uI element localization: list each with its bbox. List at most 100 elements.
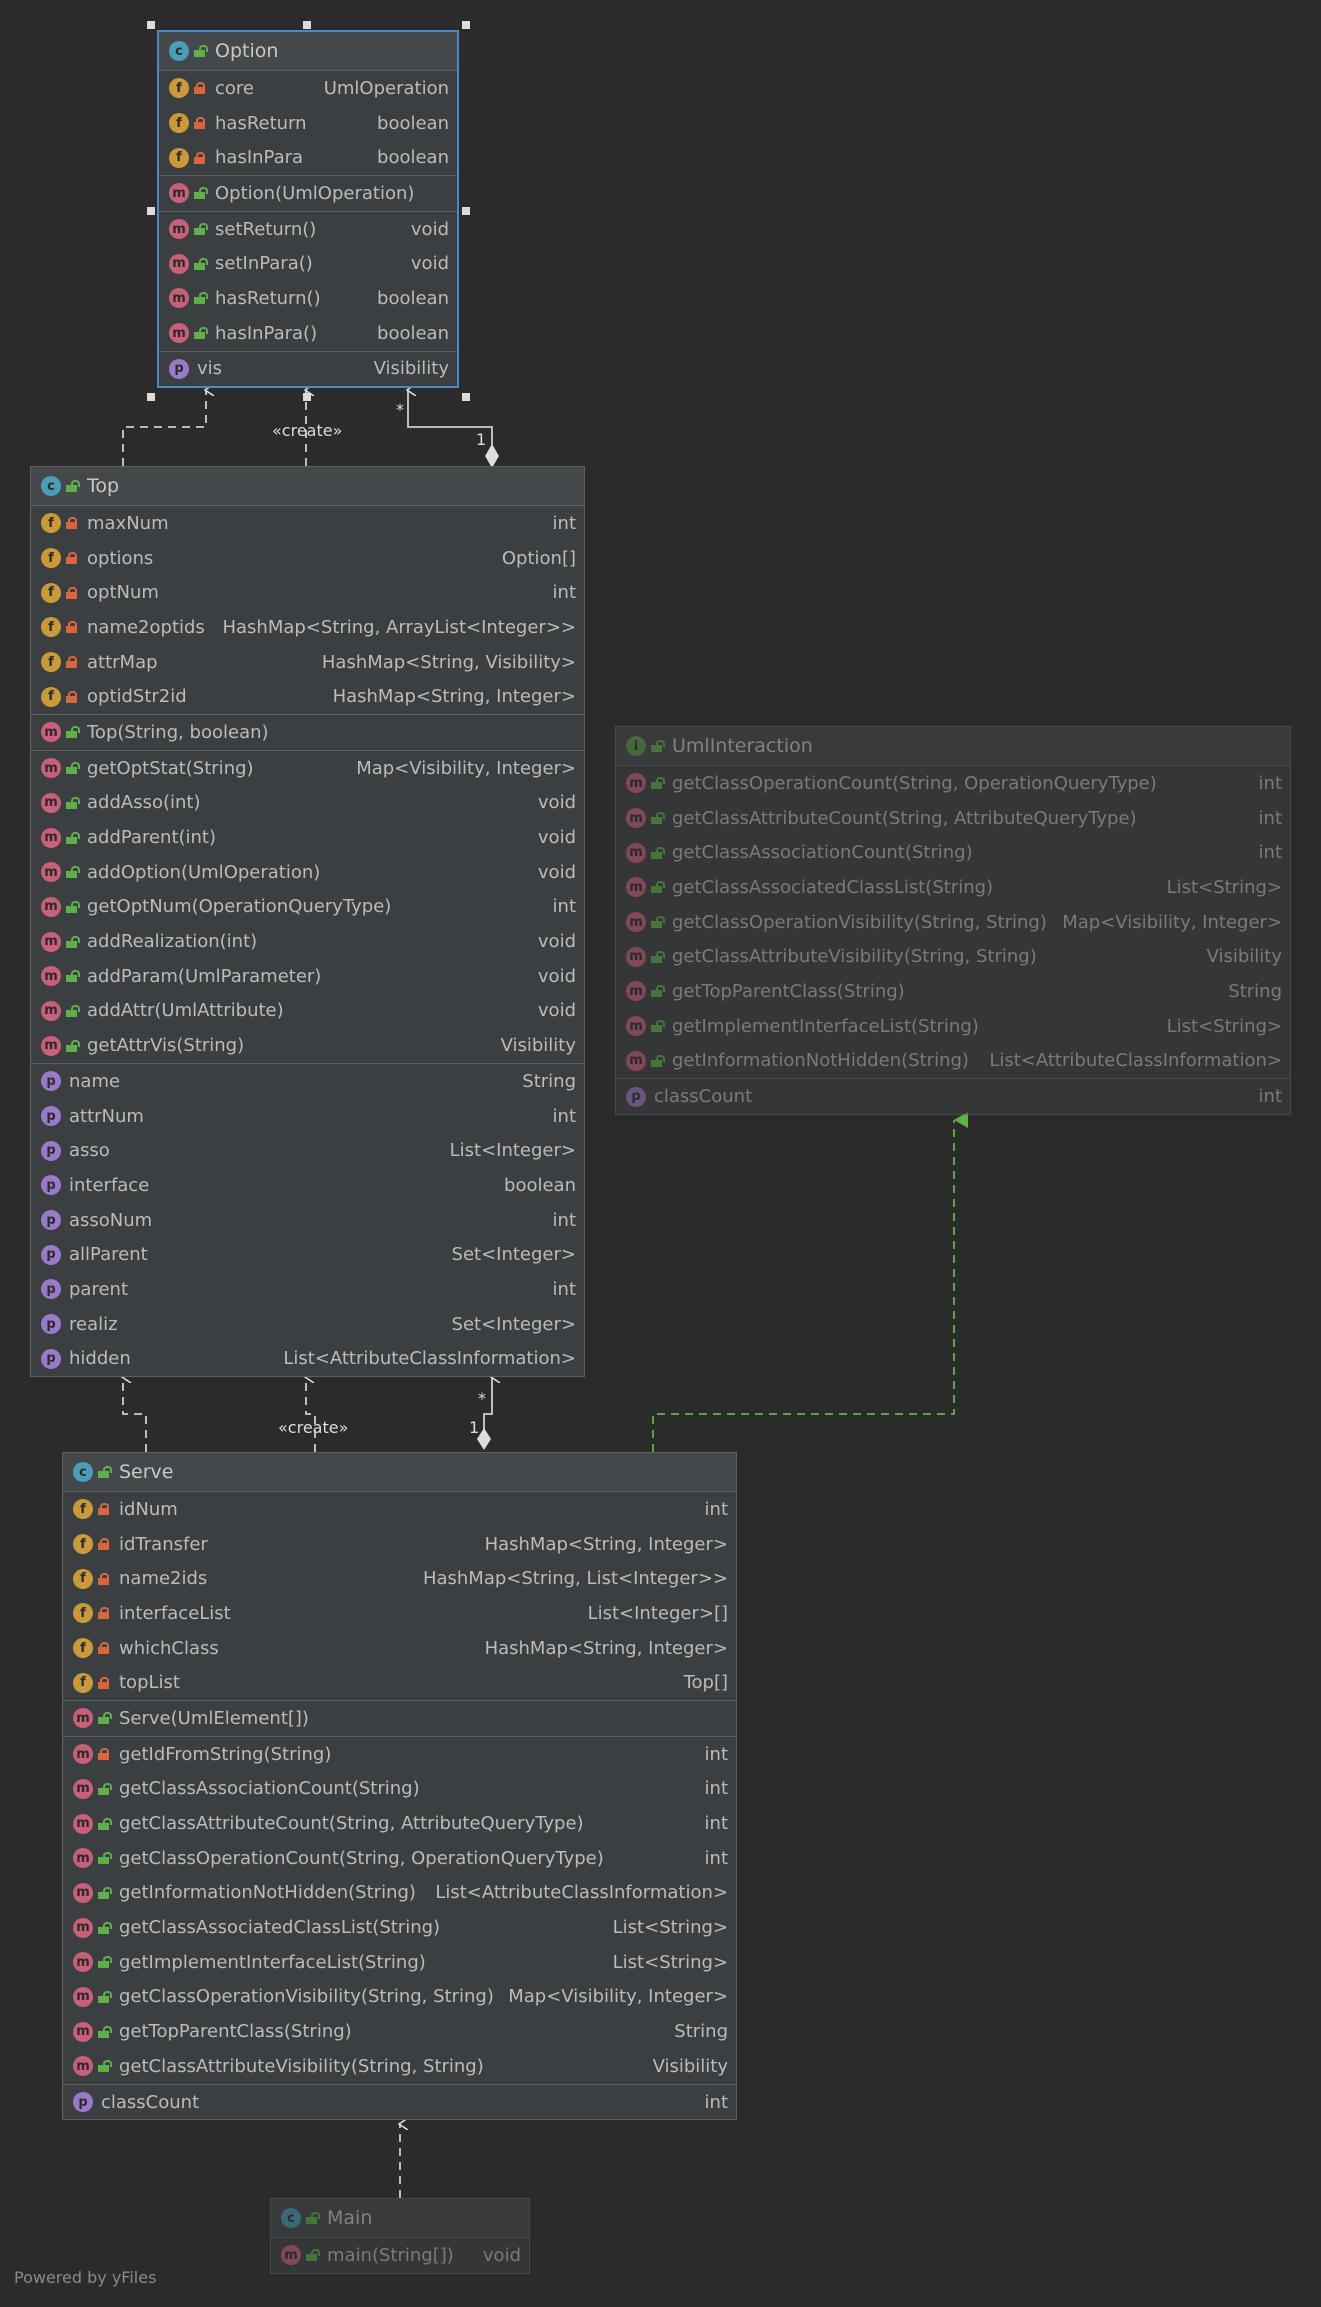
property-row[interactable]: p classCount int [63,2085,736,2120]
property-row[interactable]: p classCount int [616,1079,1290,1114]
field-row[interactable]: f options Option[] [31,541,584,576]
property-row[interactable]: p attrNum int [31,1099,584,1134]
property-row[interactable]: p realiz Set<Integer> [31,1307,584,1342]
field-row[interactable]: f idTransfer HashMap<String, Integer> [63,1527,736,1562]
field-row[interactable]: f interfaceList List<Integer>[] [63,1596,736,1631]
method-row[interactable]: m getInformationNotHidden(String) List<Att… [616,1044,1290,1079]
method-row[interactable]: m Serve(UmlElement[]) [63,1701,736,1736]
member-type: int [552,1209,576,1231]
field-row[interactable]: f attrMap HashMap<String, Visibility> [31,645,584,680]
method-row[interactable]: m getImplementInterfaceList(String) List<S… [63,1945,736,1980]
method-row[interactable]: m getClassAttributeVisibility(String, Str… [616,939,1290,974]
class-icon: c [281,2208,301,2228]
member-name: getClassOperationVisibility(String, Stri… [119,1986,494,2008]
method-row[interactable]: m addRealization(int) void [31,924,584,959]
method-row[interactable]: m getClassAssociationCount(String) int [63,1772,736,1807]
field-row[interactable]: f topList Top[] [63,1665,736,1700]
method-row[interactable]: m hasInPara() boolean [159,316,457,351]
class-node-top[interactable]: c Top f maxNum int f options Option[] f optNum int… [30,466,585,1378]
node-header[interactable]: c Top [31,467,584,506]
node-header[interactable]: i UmlInteraction [616,727,1290,766]
method-row[interactable]: m getClassAssociatedClassList(String) List… [616,870,1290,905]
method-row[interactable]: m setReturn() void [159,212,457,247]
selection-handle[interactable] [147,393,155,401]
field-row[interactable]: f optNum int [31,575,584,610]
method-row[interactable]: m getClassAttributeCount(String, Attribut… [63,1806,736,1841]
method-row[interactable]: m Option(UmlOperation) [159,176,457,211]
method-row[interactable]: m getOptStat(String) Map<Visibility, Integ… [31,751,584,786]
member-name: hidden [69,1348,131,1370]
method-row[interactable]: m getClassOperationCount(String, Operatio… [63,1841,736,1876]
method-row[interactable]: m getClassOperationCount(String, Operatio… [616,766,1290,801]
method-row[interactable]: m setInPara() void [159,246,457,281]
field-icon: f [169,147,189,168]
methods-section: m getIdFromString(String) int m getClassAsso… [63,1737,736,2085]
field-row[interactable]: f hasInPara boolean [159,140,457,175]
method-row[interactable]: m addAsso(int) void [31,786,584,821]
property-row[interactable]: p interface boolean [31,1168,584,1203]
method-row[interactable]: m hasReturn() boolean [159,281,457,316]
method-row[interactable]: m getAttrVis(String) Visibility [31,1028,584,1063]
selection-handle[interactable] [147,207,155,215]
node-header[interactable]: c Option [159,32,457,71]
method-icon: m [73,1917,93,1938]
method-row[interactable]: m Top(String, boolean) [31,715,584,750]
field-row[interactable]: f optidStr2id HashMap<String, Integer> [31,679,584,714]
selection-handle[interactable] [462,393,470,401]
class-node-serve[interactable]: c Serve f idNum int f idTransfer HashMap<String… [62,1452,737,2121]
selection-handle[interactable] [303,393,311,401]
property-row[interactable]: p asso List<Integer> [31,1133,584,1168]
field-row[interactable]: f whichClass HashMap<String, Integer> [63,1631,736,1666]
field-row[interactable]: f hasReturn boolean [159,106,457,141]
method-row[interactable]: m addParam(UmlParameter) void [31,959,584,994]
method-row[interactable]: m getOptNum(OperationQueryType) int [31,890,584,925]
property-row[interactable]: p hidden List<AttributeClassInformation> [31,1342,584,1377]
selection-handle[interactable] [462,21,470,29]
member-type: Map<Visibility, Integer> [356,757,576,779]
method-row[interactable]: m getTopParentClass(String) String [616,974,1290,1009]
method-row[interactable]: m addParent(int) void [31,820,584,855]
method-row[interactable]: m getImplementInterfaceList(String) List<S… [616,1009,1290,1044]
class-node-main[interactable]: c Main m main(String[]) void [270,2198,530,2274]
node-header[interactable]: c Serve [63,1453,736,1492]
method-row[interactable]: m getClassOperationVisibility(String, Str… [616,905,1290,940]
method-row[interactable]: m getClassAttributeCount(String, Attribut… [616,801,1290,836]
field-row[interactable]: f name2optids HashMap<String, ArrayList<In… [31,610,584,645]
member-type: List<String> [1166,1015,1282,1037]
member-type: boolean [377,112,449,134]
node-header[interactable]: c Main [271,2199,529,2238]
interface-node-umlinteraction[interactable]: i UmlInteraction m getClassOperationCount(S… [615,726,1291,1115]
property-row[interactable]: p name String [31,1064,584,1099]
method-row[interactable]: m getIdFromString(String) int [63,1737,736,1772]
member-type: List<Integer> [449,1140,576,1162]
method-row[interactable]: m addAttr(UmlAttribute) void [31,994,584,1029]
multiplicity-many-2: * [478,1389,486,1408]
public-lock-icon [98,1956,112,1969]
method-row[interactable]: m main(String[]) void [271,2238,529,2273]
method-row[interactable]: m getInformationNotHidden(String) List<Att… [63,1876,736,1911]
class-node-option[interactable]: c Option f core UmlOperation f hasReturn boolea… [157,30,459,389]
field-row[interactable]: f idNum int [63,1492,736,1527]
constructors-section: m Option(UmlOperation) [159,176,457,212]
method-row[interactable]: m addOption(UmlOperation) void [31,855,584,890]
field-row[interactable]: f maxNum int [31,506,584,541]
selection-handle[interactable] [462,207,470,215]
field-row[interactable]: f name2ids HashMap<String, List<Integer>> [63,1561,736,1596]
property-row[interactable]: p allParent Set<Integer> [31,1237,584,1272]
property-row[interactable]: p assoNum int [31,1203,584,1238]
method-row[interactable]: m getClassOperationVisibility(String, Str… [63,1980,736,2015]
field-icon: f [41,617,61,638]
method-row[interactable]: m getClassAssociationCount(String) int [616,835,1290,870]
member-type: HashMap<String, Integer> [484,1533,728,1555]
property-row[interactable]: p vis Visibility [159,352,457,387]
property-row[interactable]: p parent int [31,1272,584,1307]
method-row[interactable]: m getTopParentClass(String) String [63,2014,736,2049]
member-type: int [704,1813,728,1835]
method-row[interactable]: m getClassAssociatedClassList(String) List… [63,1910,736,1945]
public-lock-icon [194,45,208,57]
selection-handle[interactable] [147,21,155,29]
method-row[interactable]: m getClassAttributeVisibility(String, Str… [63,2049,736,2084]
field-row[interactable]: f core UmlOperation [159,71,457,106]
selection-handle[interactable] [303,21,311,29]
method-icon: m [73,1744,93,1765]
